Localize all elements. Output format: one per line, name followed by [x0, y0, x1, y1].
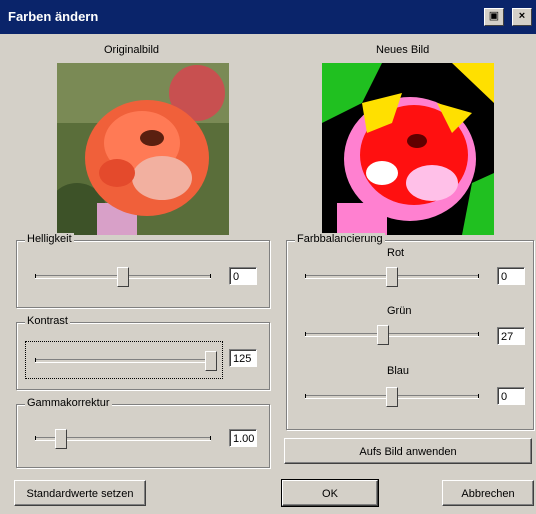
brightness-input[interactable]: 0 — [229, 267, 257, 285]
ok-button[interactable]: OK — [281, 479, 379, 507]
close-button[interactable]: × — [512, 8, 532, 26]
restore-image-icon[interactable]: ▣ — [484, 8, 504, 26]
brightness-group: Helligkeit 0 — [16, 233, 270, 308]
red-slider[interactable] — [305, 265, 479, 289]
blue-slider[interactable] — [305, 385, 479, 409]
gamma-group: Gammakorrektur 1.00 — [16, 397, 270, 468]
green-input[interactable]: 27 — [497, 327, 525, 345]
contrast-group: Kontrast 125 — [16, 315, 270, 390]
blue-label: Blau — [387, 365, 410, 377]
brightness-slider[interactable] — [35, 265, 211, 289]
contrast-label: Kontrast — [25, 315, 70, 327]
green-label: Grün — [387, 305, 412, 317]
gamma-input[interactable]: 1.00 — [229, 429, 257, 447]
green-slider-thumb[interactable] — [377, 325, 390, 345]
red-label: Rot — [387, 247, 405, 259]
gamma-slider[interactable] — [35, 427, 211, 451]
red-input[interactable]: 0 — [497, 267, 525, 285]
original-image-label: Originalbild — [104, 44, 160, 56]
close-icon: × — [518, 10, 526, 22]
brightness-label: Helligkeit — [25, 233, 74, 245]
set-defaults-button[interactable]: Standardwerte setzen — [14, 480, 146, 506]
cancel-button[interactable]: Abbrechen — [442, 480, 534, 506]
contrast-input[interactable]: 125 — [229, 349, 257, 367]
title-bar: Farben ändern ▣ × — [0, 0, 536, 34]
contrast-slider-thumb[interactable] — [205, 351, 217, 371]
gamma-label: Gammakorrektur — [25, 397, 112, 409]
original-image — [57, 63, 229, 235]
green-slider[interactable] — [305, 323, 479, 347]
blue-input[interactable]: 0 — [497, 387, 525, 405]
new-image-label: Neues Bild — [376, 44, 430, 56]
apply-to-image-button[interactable]: Aufs Bild anwenden — [284, 438, 532, 464]
color-balance-label: Farbbalancierung — [295, 233, 385, 245]
color-balance-group: Farbbalancierung Rot 0 Grün 27 Blau 0 — [286, 233, 534, 430]
brightness-slider-thumb[interactable] — [117, 267, 129, 287]
window-title: Farben ändern — [8, 9, 99, 24]
contrast-slider[interactable] — [35, 349, 217, 373]
red-slider-thumb[interactable] — [386, 267, 398, 287]
gamma-slider-thumb[interactable] — [55, 429, 68, 449]
new-image — [322, 63, 494, 235]
blue-slider-thumb[interactable] — [386, 387, 398, 407]
